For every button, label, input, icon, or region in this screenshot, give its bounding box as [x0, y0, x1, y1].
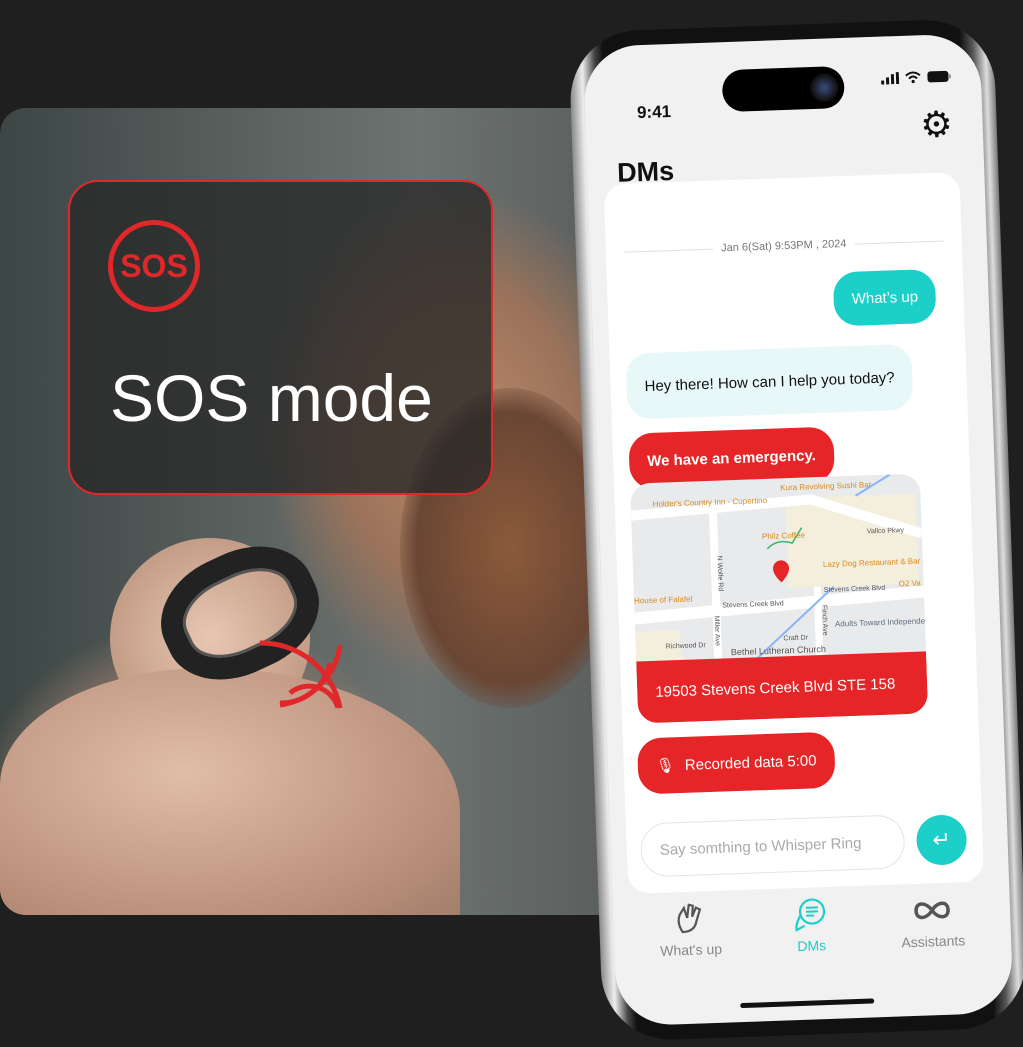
map-label: Miller Ave	[713, 616, 721, 647]
map-label: Philz Coffee	[762, 531, 806, 542]
map-view[interactable]: Holder's Country Inn - Cupertino Kura Re…	[630, 473, 926, 662]
status-time: 9:41	[636, 101, 672, 123]
date-divider: Jan 6(Sat) 9:53PM , 2024	[623, 235, 944, 258]
infinity-icon	[914, 901, 950, 920]
message-input[interactable]: Say somthing to Whisper Ring	[639, 814, 906, 878]
map-label: N Wolfe Rd	[716, 555, 724, 591]
gear-icon[interactable]: ⚙	[920, 103, 954, 145]
map-label: O2 Va	[898, 579, 921, 589]
camera-icon	[809, 73, 839, 103]
tab-label: DMs	[797, 937, 827, 955]
tab-label: What's up	[659, 940, 723, 959]
phone-mockup: 9:41 ⚙ DMs Jan 6(Sat) 9:53PM , 2024 What…	[568, 11, 1023, 1047]
wave-hand-icon	[677, 903, 702, 934]
tab-assistants[interactable]: Assistants	[900, 892, 966, 951]
tab-whats-up[interactable]: What's up	[659, 901, 723, 959]
sos-mode-card: SOS SOS mode	[68, 180, 493, 495]
map-label: Finch Ave	[820, 605, 828, 636]
hand	[0, 668, 460, 915]
wifi-icon	[905, 71, 921, 84]
home-indicator[interactable]	[740, 998, 875, 1009]
tab-bar: What's up DMs Assistants	[613, 891, 1012, 961]
map-label: Richwood Dr	[666, 642, 707, 650]
map-label: Kura Revolving Sushi Bar	[780, 480, 872, 492]
chat-bubbles-icon	[795, 898, 826, 932]
status-icons	[881, 70, 952, 85]
microphone-icon: 🎙	[655, 757, 676, 775]
message-bubble-assistant: Hey there! How can I help you today?	[625, 343, 914, 420]
message-bubble-user: What’s up	[832, 268, 937, 327]
signal-waves-icon	[259, 640, 343, 709]
chat-date: Jan 6(Sat) 9:53PM , 2024	[720, 237, 847, 255]
map-label: Craft Dr	[783, 635, 808, 643]
location-address: 19503 Stevens Creek Blvd STE 158	[636, 651, 929, 724]
chat-panel: Jan 6(Sat) 9:53PM , 2024 What’s up Hey t…	[603, 171, 985, 894]
recorded-data-bubble[interactable]: 🎙 Recorded data 5:00	[636, 731, 836, 795]
sos-title: SOS mode	[110, 361, 433, 435]
map-label: House of Falafel	[634, 595, 693, 606]
map-label: Adults Toward Independent Living	[835, 615, 926, 628]
recorded-data-label: Recorded data 5:00	[684, 751, 817, 774]
phone-screen: 9:41 ⚙ DMs Jan 6(Sat) 9:53PM , 2024 What…	[582, 33, 1014, 1027]
map-label: Vallco Pkwy	[867, 527, 905, 535]
tab-dms[interactable]: DMs	[792, 897, 830, 954]
send-button[interactable]: ↵	[915, 814, 968, 866]
enter-arrow-icon: ↵	[931, 826, 952, 853]
battery-icon	[927, 70, 952, 83]
dynamic-island	[721, 65, 845, 113]
tab-label: Assistants	[901, 932, 966, 951]
sos-icon: SOS	[108, 220, 200, 312]
signal-icon	[881, 72, 900, 85]
location-card[interactable]: Holder's Country Inn - Cupertino Kura Re…	[629, 473, 929, 724]
